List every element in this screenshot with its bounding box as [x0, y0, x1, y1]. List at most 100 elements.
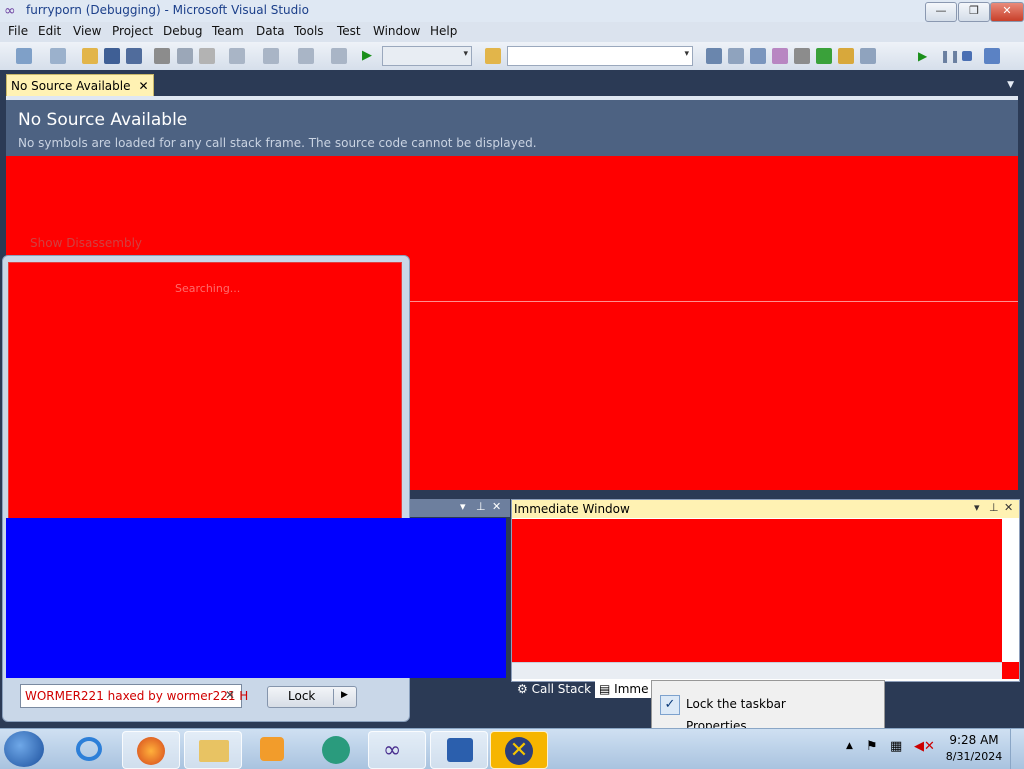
searching-status: Searching... [175, 282, 241, 295]
menu-tools[interactable]: Tools [294, 24, 324, 38]
find-in-files-icon[interactable] [485, 48, 501, 64]
flag-icon[interactable]: ⚑ [866, 739, 878, 754]
ie-icon[interactable] [62, 731, 118, 767]
paste-icon[interactable] [199, 48, 215, 64]
lock-arrow-icon[interactable]: ▶ [341, 690, 348, 700]
menu-view[interactable]: View [73, 24, 101, 38]
visual-studio-logo-icon: ∞ [4, 3, 16, 19]
immediate-pin-icon[interactable]: ⊥ [989, 501, 999, 514]
menu-data[interactable]: Data [256, 24, 285, 38]
pin-icon[interactable]: ⊥ [476, 500, 486, 513]
debugger-icon[interactable] [430, 731, 488, 769]
panel-dropdown-icon[interactable]: ▾ [460, 500, 466, 513]
start-button[interactable] [4, 731, 44, 767]
menu-file[interactable]: File [8, 24, 28, 38]
network-icon[interactable]: ▦ [890, 739, 902, 754]
immediate-red-overlay [512, 519, 1002, 662]
command-window-icon[interactable] [860, 48, 876, 64]
network-x-icon[interactable]: ✕ [490, 731, 548, 769]
panel-close-icon[interactable]: ✕ [492, 500, 501, 513]
restart-icon[interactable] [984, 48, 1000, 64]
tab-call-stack[interactable]: ⚙ Call Stack [517, 680, 591, 698]
minimize-icon: — [935, 4, 947, 17]
call-stack-icon: ⚙ [517, 682, 528, 696]
show-disassembly-link[interactable]: Show Disassembly [30, 236, 142, 250]
tools-icon[interactable] [794, 48, 810, 64]
checkmark-icon: ✓ [660, 695, 680, 715]
call-stack-label: Call Stack [531, 682, 592, 696]
clock-time[interactable]: 9:28 AM [944, 733, 1004, 747]
show-desktop-button[interactable] [1010, 729, 1024, 769]
solution-config-combo[interactable]: ▾ [382, 46, 472, 66]
lock-button[interactable]: Lock ▶ [267, 686, 357, 708]
solution-explorer-icon[interactable] [706, 48, 722, 64]
call-stack-panel-header: ▾ ⊥ ✕ [410, 499, 510, 517]
cut-icon[interactable] [154, 48, 170, 64]
horizontal-scrollbar[interactable] [512, 662, 1002, 679]
maximize-icon: ❐ [969, 4, 979, 17]
immediate-window-header: Immediate Window ▾ ⊥ ✕ [512, 500, 1019, 518]
clear-input-icon[interactable]: ✕ [225, 688, 235, 702]
scroll-corner [1002, 662, 1019, 679]
new-project-icon[interactable] [16, 48, 32, 64]
immediate-dropdown-icon[interactable]: ▾ [974, 501, 980, 514]
no-source-message: No symbols are loaded for any call stack… [18, 136, 537, 150]
continue-icon[interactable]: ▶ [918, 48, 934, 64]
copy-icon[interactable] [177, 48, 193, 64]
document-tab-strip: No Source Available ✕ ▼ [0, 70, 1024, 98]
chat-icon[interactable] [306, 731, 362, 767]
tab-close-icon[interactable]: ✕ [138, 75, 148, 97]
standard-toolbar: ▶ ▾ ▾ ▶ ❚❚ [0, 42, 1024, 71]
prank-input-value: WORMER221 haxed by wormer221 H [25, 689, 249, 703]
immediate-tab-label: Imme [614, 682, 649, 696]
save-icon[interactable] [104, 48, 120, 64]
menu-project[interactable]: Project [112, 24, 153, 38]
minimize-button[interactable]: — [925, 2, 957, 22]
immediate-close-icon[interactable]: ✕ [1004, 501, 1013, 514]
start-debugging-icon[interactable]: ▶ [362, 48, 378, 64]
volume-muted-icon[interactable]: ◀✕ [914, 739, 935, 754]
show-hidden-icons[interactable]: ▲ [846, 741, 853, 751]
folder-icon[interactable] [184, 731, 242, 769]
visual-studio-icon[interactable]: ∞ [368, 731, 426, 769]
immediate-window-title: Immediate Window [514, 502, 630, 516]
open-file-icon[interactable] [82, 48, 98, 64]
tab-dropdown-icon[interactable]: ▼ [1007, 80, 1014, 90]
toolbox-icon[interactable] [772, 48, 788, 64]
prank-text-input[interactable]: WORMER221 haxed by wormer221 H ✕ [20, 684, 248, 708]
pause-icon[interactable]: ❚❚ [940, 48, 960, 64]
navigate-forward-icon[interactable] [331, 48, 347, 64]
menu-edit[interactable]: Edit [38, 24, 61, 38]
media-player-icon[interactable] [244, 731, 300, 767]
firefox-icon[interactable] [122, 731, 180, 769]
clock-date[interactable]: 8/31/2024 [944, 750, 1004, 763]
menu-lock-taskbar[interactable]: Lock the taskbar [686, 697, 786, 711]
object-browser-icon[interactable] [750, 48, 766, 64]
title-bar: ∞ furryporn (Debugging) - Microsoft Visu… [0, 0, 1024, 23]
popup-red-content [8, 262, 402, 522]
menu-team[interactable]: Team [212, 24, 244, 38]
server-explorer-icon[interactable] [838, 48, 854, 64]
menu-bar: File Edit View Project Debug Team Data T… [0, 22, 1024, 42]
find-combo[interactable]: ▾ [507, 46, 693, 66]
properties-icon[interactable] [728, 48, 744, 64]
tab-no-source-available[interactable]: No Source Available ✕ [6, 74, 154, 98]
separator-line [408, 301, 1018, 302]
window-title: furryporn (Debugging) - Microsoft Visual… [26, 3, 309, 17]
close-button[interactable]: ✕ [990, 2, 1024, 22]
save-all-icon[interactable] [126, 48, 142, 64]
menu-debug[interactable]: Debug [163, 24, 202, 38]
redo-icon[interactable] [263, 48, 279, 64]
undo-icon[interactable] [229, 48, 245, 64]
no-source-header: No Source Available No symbols are loade… [6, 96, 1018, 160]
stop-icon[interactable] [962, 51, 972, 61]
tab-immediate[interactable]: ▤ Imme [595, 680, 655, 698]
maximize-button[interactable]: ❐ [958, 2, 990, 22]
navigate-back-icon[interactable] [298, 48, 314, 64]
no-source-heading: No Source Available [18, 110, 188, 130]
extension-manager-icon[interactable] [816, 48, 832, 64]
menu-test[interactable]: Test [337, 24, 361, 38]
add-item-icon[interactable] [50, 48, 66, 64]
menu-window[interactable]: Window [373, 24, 420, 38]
menu-help[interactable]: Help [430, 24, 457, 38]
